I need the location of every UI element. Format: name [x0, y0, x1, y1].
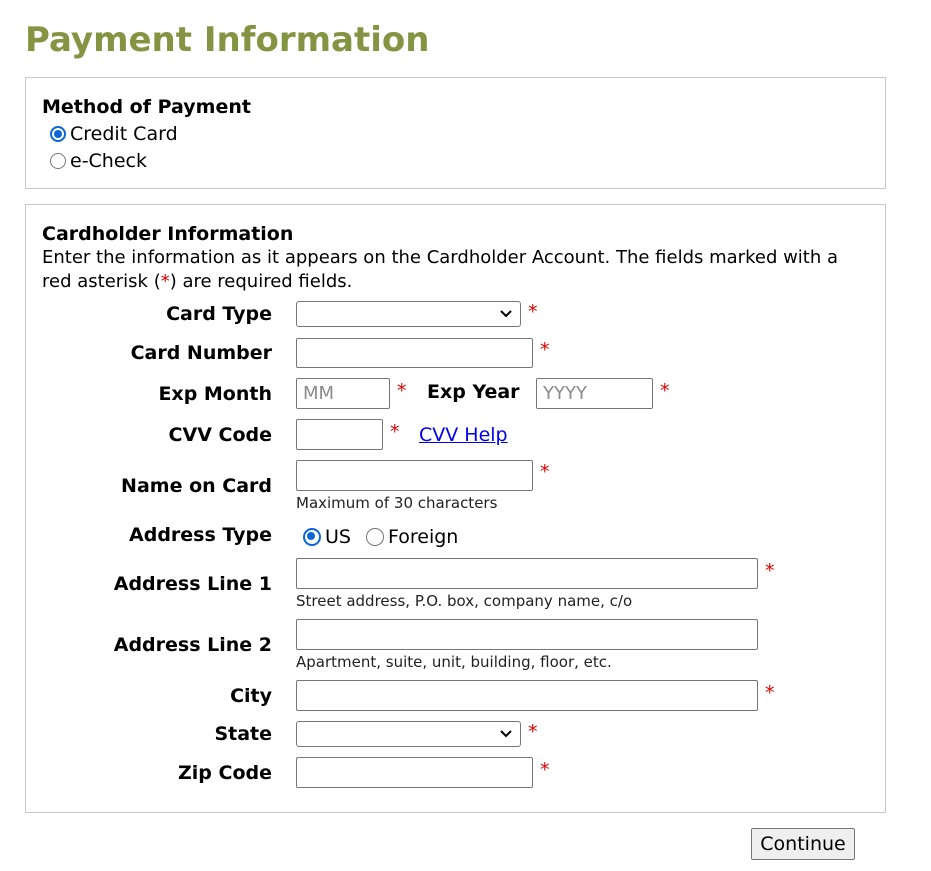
required-asterisk-example: * [160, 271, 170, 292]
address-type-foreign-label: Foreign [388, 526, 459, 548]
cvv-code-input[interactable] [296, 419, 383, 450]
exp-year-required-mark: * [660, 380, 670, 402]
card-number-label: Card Number [130, 342, 272, 364]
exp-month-input[interactable]: MM [296, 378, 390, 409]
cardholder-information-heading: Cardholder Information [42, 223, 294, 245]
exp-year-input[interactable]: YYYY [536, 378, 653, 409]
address-line-2-label: Address Line 2 [113, 634, 272, 656]
echeck-radio[interactable] [50, 153, 66, 169]
card-number-input[interactable] [296, 338, 533, 368]
city-label: City [230, 685, 272, 707]
address-type-us-radio[interactable] [303, 528, 321, 546]
method-of-payment-heading: Method of Payment [42, 96, 251, 118]
echeck-label: e-Check [70, 150, 147, 172]
cvv-code-label: CVV Code [168, 424, 272, 446]
echeck-option[interactable]: e-Check [50, 150, 147, 172]
name-on-card-input[interactable] [296, 460, 533, 491]
zip-code-required-mark: * [540, 759, 550, 781]
page-title: Payment Information [25, 20, 430, 60]
chevron-down-icon [500, 310, 512, 318]
address-line-1-input[interactable] [296, 558, 758, 589]
exp-month-required-mark: * [397, 380, 407, 402]
cardholder-instructions: Enter the information as it appears on t… [42, 246, 872, 294]
address-line-2-input[interactable] [296, 619, 758, 650]
name-on-card-label: Name on Card [121, 475, 272, 497]
card-type-label: Card Type [166, 303, 272, 325]
method-of-payment-panel: Method of Payment Credit Card e-Check [25, 77, 886, 189]
state-select[interactable] [296, 721, 521, 747]
address-type-foreign-radio[interactable] [366, 528, 384, 546]
card-type-required-mark: * [528, 301, 538, 323]
address-line-1-label: Address Line 1 [113, 573, 272, 595]
address-line-1-required-mark: * [765, 560, 775, 582]
instructions-text-end: ) are required fields. [169, 271, 353, 292]
exp-year-label: Exp Year [427, 381, 520, 403]
state-label: State [214, 723, 272, 745]
zip-code-label: Zip Code [178, 762, 272, 784]
address-type-us-option[interactable]: US [303, 526, 351, 548]
state-required-mark: * [528, 721, 538, 743]
name-on-card-required-mark: * [540, 461, 550, 483]
exp-month-label: Exp Month [158, 383, 272, 405]
address-type-us-label: US [325, 526, 351, 548]
address-line-2-hint: Apartment, suite, unit, building, floor,… [296, 653, 612, 671]
cvv-required-mark: * [390, 421, 400, 443]
card-type-select[interactable] [296, 301, 521, 327]
credit-card-radio[interactable] [50, 126, 66, 142]
credit-card-label: Credit Card [70, 123, 178, 145]
zip-code-input[interactable] [296, 757, 533, 788]
continue-button[interactable]: Continue [751, 828, 855, 860]
card-number-required-mark: * [540, 339, 550, 361]
city-input[interactable] [296, 680, 758, 711]
address-type-label: Address Type [129, 524, 272, 546]
city-required-mark: * [765, 682, 775, 704]
name-on-card-hint: Maximum of 30 characters [296, 494, 498, 512]
chevron-down-icon [500, 730, 512, 738]
address-type-foreign-option[interactable]: Foreign [366, 526, 458, 548]
address-line-1-hint: Street address, P.O. box, company name, … [296, 592, 633, 610]
credit-card-option[interactable]: Credit Card [50, 123, 178, 145]
cvv-help-link[interactable]: CVV Help [419, 424, 508, 446]
